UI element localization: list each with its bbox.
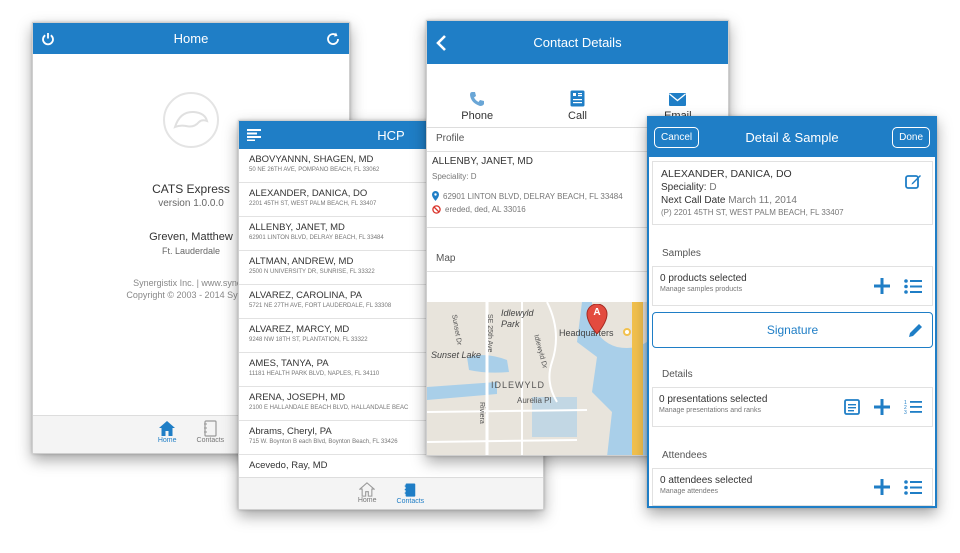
contacts-book-icon <box>204 420 217 437</box>
speciality: Speciality: D <box>661 182 924 193</box>
pencil-icon <box>909 324 922 337</box>
back-chevron-icon[interactable] <box>435 21 447 64</box>
panther-logo-icon <box>163 92 219 148</box>
speciality-value: D <box>470 172 477 181</box>
phone-button[interactable]: Phone <box>427 64 527 127</box>
power-icon[interactable] <box>41 23 55 54</box>
home-header: Home <box>33 23 349 54</box>
call-button[interactable]: Call <box>527 64 627 127</box>
attendees-card[interactable]: 0 attendees selected Manage attendees <box>652 468 933 506</box>
marker-label: A <box>593 307 601 318</box>
map-label: Riviera <box>478 402 485 424</box>
page-title: Home <box>173 31 209 46</box>
speciality-label: Speciality: <box>432 172 469 181</box>
tab-contacts[interactable]: Contacts <box>396 478 425 509</box>
tab-home-label: Home <box>157 437 177 444</box>
no-entry-icon <box>432 205 441 214</box>
bullet-list-icon[interactable] <box>904 479 922 495</box>
envelope-icon <box>669 93 687 106</box>
signature-button[interactable]: Signature <box>652 312 933 348</box>
tab-home[interactable]: Home <box>358 478 377 509</box>
done-button[interactable]: Done <box>892 127 930 148</box>
contacts-book-icon <box>405 483 416 497</box>
samples-section-label: Samples <box>662 248 701 259</box>
numbered-list-icon[interactable]: 123 <box>904 399 922 415</box>
phone-icon <box>470 92 485 106</box>
map-label: Sunset Lake <box>431 350 482 360</box>
map-label: IDLEWYLD <box>491 380 546 390</box>
profile-section-label: Profile <box>436 133 465 144</box>
add-plus-icon[interactable] <box>874 399 890 415</box>
call-report-icon <box>570 90 585 107</box>
tab-contacts[interactable]: Contacts <box>196 416 225 453</box>
contact-address: (P) 2201 45TH ST, WEST PALM BEACH, FL 33… <box>661 208 844 217</box>
home-icon <box>159 421 176 436</box>
map-marker-icon[interactable]: A <box>586 303 608 335</box>
document-icon[interactable] <box>844 399 860 415</box>
detail-header: Cancel Detail & Sample Done <box>649 118 935 157</box>
svg-text:3: 3 <box>904 410 907 415</box>
signature-label: Signature <box>766 323 819 337</box>
page-title: Contact Details <box>533 35 622 50</box>
page-title: HCP <box>377 127 405 143</box>
details-card[interactable]: 0 presentations selected Manage presenta… <box>652 387 933 427</box>
attendees-section-label: Attendees <box>662 450 708 461</box>
tab-bar: Home Contacts <box>239 477 543 509</box>
map-label: SE 25th Ave <box>486 314 493 353</box>
contact-header: Contact Details <box>427 21 728 64</box>
address-line[interactable]: 62901 LINTON BLVD, DELRAY BEACH, FL 3348… <box>432 191 623 201</box>
address-line-invalid[interactable]: ereded, ded, AL 33016 <box>432 205 526 214</box>
map-label: Aurelia Pl <box>517 396 552 405</box>
cancel-button[interactable]: Cancel <box>654 127 700 148</box>
contact-name: ALEXANDER, DANICA, DO <box>661 168 792 180</box>
call-label: Call <box>568 110 587 122</box>
contact-name: Acevedo, Ray, MD <box>249 460 328 471</box>
tab-home[interactable]: Home <box>158 416 177 453</box>
detail-sample-screen: Cancel Detail & Sample Done ALEXANDER, D… <box>647 116 937 508</box>
speciality-label: Speciality: <box>661 182 707 193</box>
map-label: Idlewyld Park <box>501 308 534 329</box>
details-section-label: Details <box>662 369 693 380</box>
page-title: Detail & Sample <box>745 130 839 145</box>
tab-contacts-label: Contacts <box>396 498 425 505</box>
speciality-value: D <box>709 182 717 193</box>
contact-summary-card: ALEXANDER, DANICA, DO Speciality: D Next… <box>652 161 933 225</box>
samples-card[interactable]: 0 products selected Manage samples produ… <box>652 266 933 306</box>
address-text: ereded, ded, AL 33016 <box>445 205 526 214</box>
map-pin-icon <box>432 191 439 201</box>
next-call-date: Next Call Date March 11, 2014 <box>661 195 924 206</box>
map-section-label: Map <box>436 253 456 264</box>
bullet-list-icon[interactable] <box>904 278 922 294</box>
contact-name: ALLENBY, JANET, MD <box>432 156 533 167</box>
address-text: 62901 LINTON BLVD, DELRAY BEACH, FL 3348… <box>443 191 623 201</box>
tab-home-label: Home <box>357 497 377 504</box>
add-plus-icon[interactable] <box>874 278 890 294</box>
phone-label: Phone <box>461 110 494 122</box>
menu-list-icon[interactable] <box>247 121 261 149</box>
next-call-label: Next Call Date <box>661 195 726 206</box>
edit-icon[interactable] <box>905 173 922 195</box>
next-call-value: March 11, 2014 <box>728 195 797 206</box>
refresh-icon[interactable] <box>325 23 341 54</box>
home-icon <box>359 482 376 497</box>
tab-contacts-label: Contacts <box>196 437 225 444</box>
add-plus-icon[interactable] <box>874 479 890 495</box>
speciality: Speciality: D <box>432 172 476 181</box>
